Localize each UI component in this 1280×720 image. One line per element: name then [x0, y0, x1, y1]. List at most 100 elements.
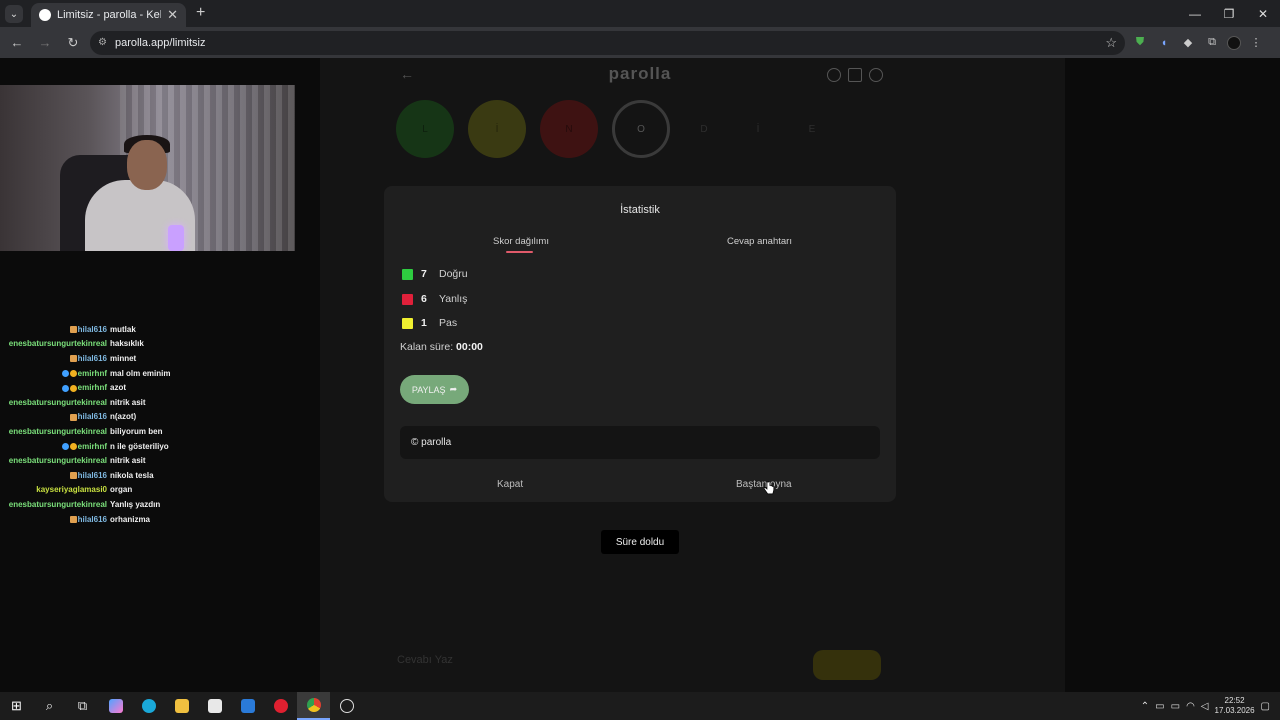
remaining-time-label: Kalan süre: [400, 341, 454, 353]
chat-username[interactable]: hilal616 [0, 412, 110, 421]
folder-icon[interactable]: ▭ [1171, 701, 1180, 712]
stats-icon[interactable] [848, 68, 862, 82]
answer-input[interactable]: Cevabı Yaz [397, 654, 797, 666]
chrome-icon[interactable] [297, 692, 330, 720]
clock[interactable]: 22:52 17.03.2026 [1215, 696, 1255, 716]
username-text: emirhnf [77, 368, 107, 378]
tab-score-distribution[interactable]: Skor dağılımı [493, 236, 549, 247]
tab-close-icon[interactable]: ✕ [167, 7, 178, 23]
chat-message: kayseriyaglamasi0 organ [0, 483, 300, 498]
restore-button[interactable]: ❐ [1212, 0, 1246, 27]
tab-answer-key[interactable]: Cevap anahtarı [727, 236, 792, 247]
username-text: enesbatursungurtekinreal [8, 339, 107, 349]
info-icon[interactable] [827, 68, 841, 82]
translate-extension-icon[interactable]: ◖ [1155, 34, 1173, 52]
chat-message: enesbatursungurtekinreal Yanlış yazdın [0, 497, 300, 512]
chat-username[interactable]: hilal616 [0, 354, 110, 363]
chat-username[interactable]: enesbatursungurtekinreal [0, 500, 110, 509]
shield-extension-icon[interactable]: ⛊ [1131, 34, 1149, 52]
chat-message: enesbatursungurtekinreal nitrik asit [0, 395, 300, 410]
stat-wrong: 6 Yanlış [402, 293, 467, 305]
stream-overlay: hilal616 mutlak enesbatursungurtekinreal ha… [0, 58, 320, 692]
chat-username[interactable]: hilal616 [0, 471, 110, 480]
chat-username[interactable]: enesbatursungurtekinreal [0, 456, 110, 465]
profile-avatar[interactable] [1227, 35, 1241, 50]
system-tray: ⌃ ▭ ▭ ◠ ◁ 22:52 17.03.2026 ▢ [1141, 696, 1280, 716]
letter-bubble: O [612, 100, 670, 158]
letter-bubble: D [700, 123, 708, 135]
diamond-extension-icon[interactable]: ◆ [1179, 34, 1197, 52]
chat-message: emirhnf azot [0, 380, 300, 395]
chat-text: organ [110, 485, 133, 495]
tab-search-dropdown[interactable]: ⌄ [5, 5, 23, 23]
file-explorer-icon[interactable] [165, 692, 198, 720]
chat-username[interactable]: emirhnf [0, 383, 110, 392]
chat-username[interactable]: kayseriyaglamasi0 [0, 485, 110, 494]
coin-badge-icon [69, 384, 77, 392]
mail-icon[interactable] [231, 692, 264, 720]
stat-label: Doğru [439, 268, 468, 280]
chevron-up-icon[interactable]: ⌃ [1141, 701, 1149, 712]
store-icon[interactable] [198, 692, 231, 720]
wrong-swatch [402, 293, 413, 305]
minimize-button[interactable]: — [1178, 0, 1212, 27]
correct-swatch [402, 268, 413, 280]
chat-text: mutlak [110, 324, 136, 334]
username-text: hilal616 [77, 324, 107, 334]
box-badge-icon [69, 413, 77, 421]
chat-username[interactable]: hilal616 [0, 325, 110, 334]
stat-correct: 7 Doğru [402, 268, 468, 280]
opera-icon[interactable] [264, 692, 297, 720]
box-badge-icon [69, 326, 77, 334]
chat-message: hilal616 n(azot) [0, 410, 300, 425]
share-button[interactable]: PAYLAŞ ➦ [400, 375, 469, 404]
user-icon[interactable] [869, 68, 883, 82]
credit-box: © parolla [400, 426, 880, 459]
username-text: enesbatursungurtekinreal [8, 499, 107, 509]
submit-button[interactable] [813, 650, 881, 680]
url-text[interactable]: parolla.app/limitsiz [115, 37, 1097, 49]
notification-icon[interactable]: ▢ [1261, 701, 1270, 712]
new-tab-button[interactable]: + [196, 4, 205, 22]
close-window-button[interactable]: ✕ [1246, 0, 1280, 27]
chat-username[interactable]: emirhnf [0, 369, 110, 378]
edge-icon[interactable] [132, 692, 165, 720]
username-text: hilal616 [77, 353, 107, 363]
back-arrow-icon[interactable]: ← [6, 32, 28, 54]
pass-swatch [402, 317, 413, 329]
stat-count: 1 [421, 317, 427, 329]
clock-app-icon[interactable] [330, 692, 363, 720]
username-text: enesbatursungurtekinreal [8, 426, 107, 436]
task-view-icon[interactable]: ⧉ [66, 692, 99, 720]
letter-bubble: İ [756, 123, 760, 135]
box-badge-icon [69, 355, 77, 363]
username-text: enesbatursungurtekinreal [8, 456, 107, 466]
dot-badge-icon [61, 369, 69, 377]
copilot-icon[interactable] [99, 692, 132, 720]
chat-username[interactable]: enesbatursungurtekinreal [0, 398, 110, 407]
close-button[interactable]: Kapat [497, 479, 523, 490]
letter-bubble: E [808, 123, 816, 135]
network-icon[interactable]: ▭ [1155, 701, 1164, 712]
wifi-icon[interactable]: ◠ [1186, 701, 1195, 712]
coin-badge-icon [69, 442, 77, 450]
chat-username[interactable]: enesbatursungurtekinreal [0, 339, 110, 348]
chat-username[interactable]: enesbatursungurtekinreal [0, 427, 110, 436]
stat-count: 6 [421, 293, 427, 305]
reload-icon[interactable]: ↻ [62, 32, 84, 54]
address-bar[interactable]: ⚙ parolla.app/limitsiz ☆ [90, 30, 1125, 55]
volume-icon[interactable]: ◁ [1201, 701, 1209, 712]
forward-arrow-icon[interactable]: → [34, 32, 56, 54]
site-info-icon[interactable]: ⚙ [98, 37, 107, 48]
browser-toolbar: ← → ↻ ⚙ parolla.app/limitsiz ☆ ⛊ ◖ ◆ ⧉ ⋮ [0, 27, 1280, 58]
search-icon[interactable]: ⌕ [33, 692, 66, 720]
windows-start-icon[interactable]: ⊞ [0, 692, 33, 720]
puzzle-extensions-icon[interactable]: ⧉ [1203, 34, 1221, 52]
menu-kebab-icon[interactable]: ⋮ [1247, 34, 1265, 52]
chat-text: haksıklık [110, 339, 144, 349]
browser-tab-active[interactable]: Limitsiz - parolla - Kelime oyunu ✕ [31, 3, 186, 27]
chat-username[interactable]: emirhnf [0, 442, 110, 451]
bookmark-star-icon[interactable]: ☆ [1105, 35, 1117, 51]
chat-username[interactable]: hilal616 [0, 515, 110, 524]
stat-label: Pas [439, 317, 458, 329]
